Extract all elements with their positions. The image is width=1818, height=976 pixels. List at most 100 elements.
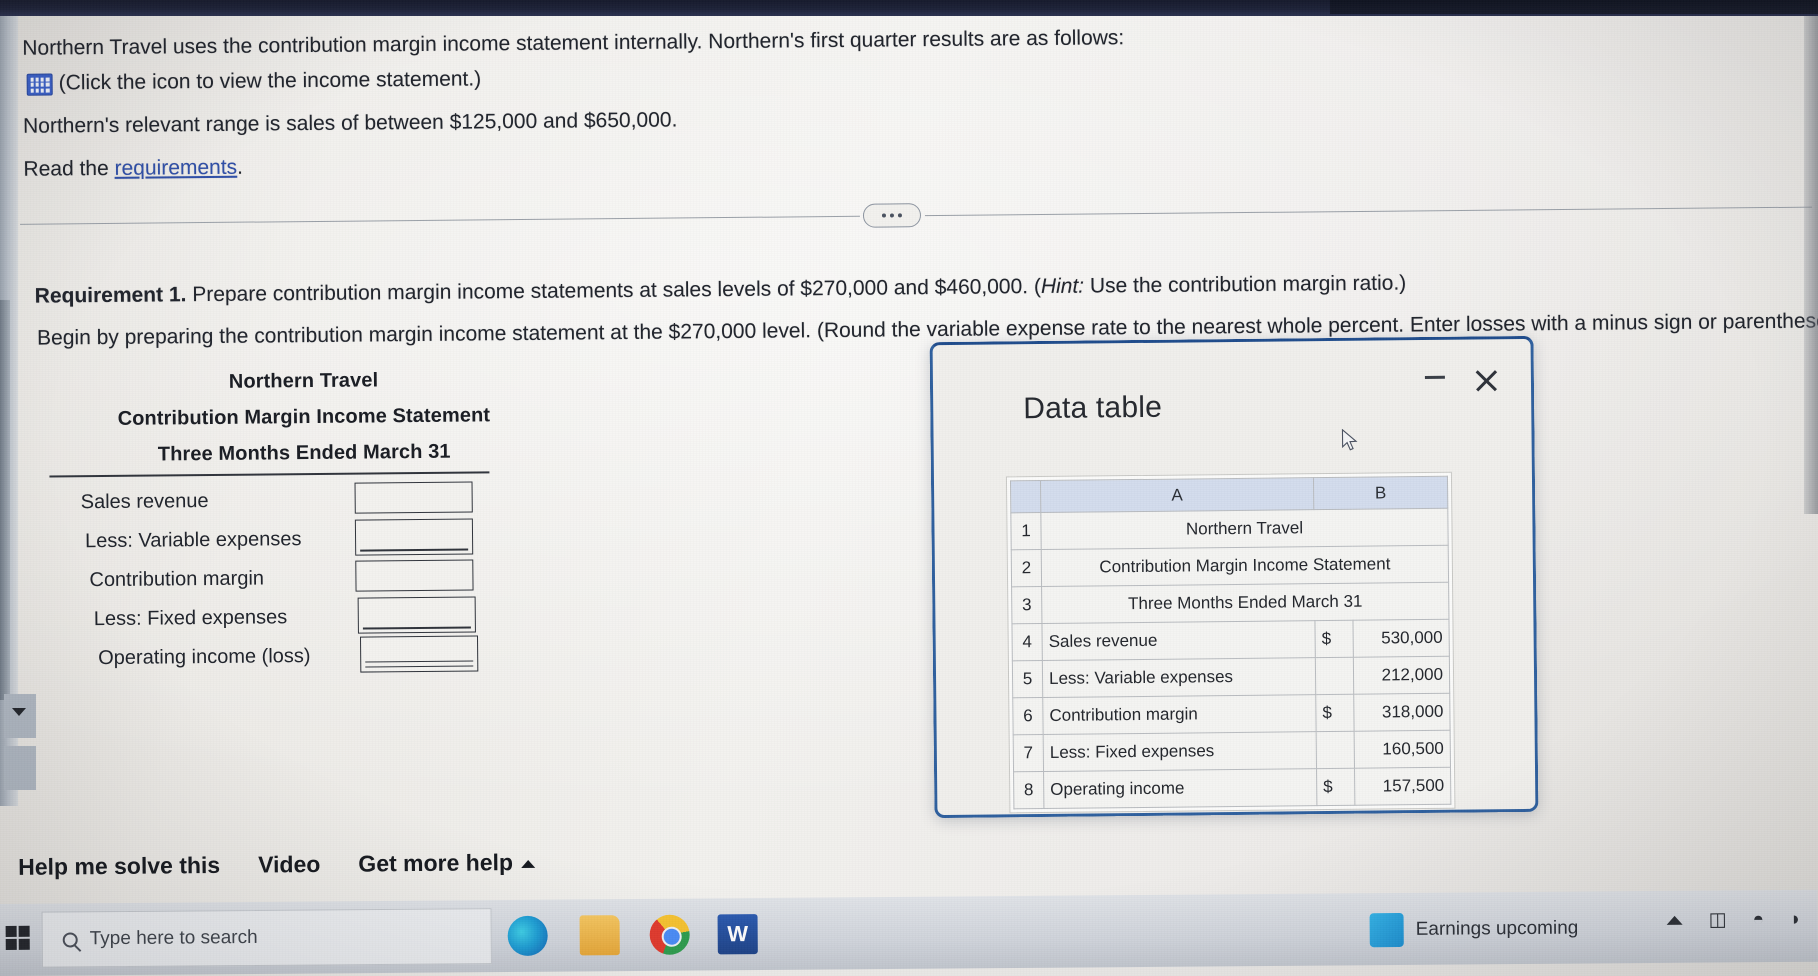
row-header-8[interactable]: 8 [1013, 771, 1044, 809]
taskbar-search-box[interactable]: Type here to search [41, 908, 492, 968]
column-header-a[interactable]: A [1040, 477, 1314, 513]
hint-rest: Use the contribution margin ratio.) [1083, 271, 1407, 298]
row-header-2[interactable]: 2 [1011, 549, 1042, 587]
input-contribution-margin[interactable] [355, 558, 474, 592]
row-header-3[interactable]: 3 [1011, 586, 1042, 624]
window-top-bezel-right [1330, 0, 1818, 14]
cell-company-name: Northern Travel [1040, 508, 1449, 550]
worksheet-statement-title: Contribution Margin Income Statement [117, 404, 491, 430]
cell-label-operating-income: Operating income [1043, 768, 1317, 809]
video-button[interactable]: Video [258, 851, 320, 879]
left-widget-bottom[interactable] [4, 746, 36, 790]
read-prefix-text: Read the [23, 156, 115, 181]
read-suffix-text: . [237, 155, 244, 179]
worksheet-row: Less: Variable expenses [45, 517, 565, 561]
cell-period: Three Months Ended March 31 [1041, 582, 1449, 624]
close-icon[interactable] [1471, 365, 1501, 395]
worksheet-period: Three Months Ended March 31 [157, 440, 451, 466]
worksheet-row: Less: Fixed expenses [46, 595, 566, 639]
chrome-browser-icon[interactable] [649, 914, 690, 955]
worksheet-company-name: Northern Travel [228, 369, 379, 393]
volume-icon[interactable]: ◗ [1790, 908, 1802, 930]
column-header-b[interactable]: B [1313, 476, 1448, 510]
file-explorer-icon[interactable] [579, 915, 620, 956]
left-window-edge-inner [0, 300, 10, 700]
search-icon [62, 931, 78, 948]
select-all-corner[interactable] [1010, 480, 1041, 513]
start-button-icon[interactable] [5, 925, 30, 950]
table-row: 2 Contribution Margin Income Statement [1011, 545, 1449, 587]
input-fixed-expenses[interactable] [357, 595, 476, 634]
requirement-1-line: Requirement 1. Prepare contribution marg… [35, 271, 1407, 310]
worksheet-row: Contribution margin [45, 556, 565, 600]
network-icon[interactable]: ◓ [1753, 909, 1765, 931]
cell-label-sales-revenue: Sales revenue [1041, 620, 1316, 661]
show-hidden-icons-icon[interactable] [1666, 915, 1683, 925]
table-row: 6 Contribution margin $ 318,000 [1012, 693, 1451, 735]
table-row: 8 Operating income $ 157,500 [1013, 767, 1451, 809]
spreadsheet-icon[interactable] [26, 73, 53, 96]
divider-line-right [924, 206, 1812, 217]
row-label-fixed-expenses: Less: Fixed expenses [93, 605, 288, 630]
cell-label-variable-expenses: Less: Variable expenses [1042, 657, 1316, 698]
cell-value-operating-income: 157,500 [1354, 767, 1451, 806]
battery-icon[interactable]: ◫ [1709, 908, 1727, 931]
expand-collapse-ellipsis-button[interactable] [862, 203, 922, 228]
help-actions-bar: Help me solve this Video Get more help [18, 849, 536, 881]
input-sales-revenue[interactable] [354, 480, 473, 514]
question-content: Northern Travel uses the contribution ma… [0, 0, 1818, 904]
divider-line-left [20, 215, 860, 225]
left-widget-top[interactable] [4, 694, 36, 738]
worksheet-row: Operating income (loss) [46, 634, 566, 678]
help-me-solve-this-button[interactable]: Help me solve this [18, 852, 220, 881]
contribution-margin-worksheet: Northern Travel Contribution Margin Inco… [43, 361, 566, 678]
row-label-operating-income: Operating income (loss) [98, 644, 311, 669]
get-more-help-button[interactable]: Get more help [358, 849, 536, 878]
hint-word: Hint: [1040, 274, 1085, 299]
begin-instruction-text: Begin by preparing the contribution marg… [37, 309, 1818, 350]
table-row: 3 Three Months Ended March 31 [1011, 582, 1449, 624]
cell-currency-operating-income: $ [1316, 768, 1355, 806]
minimize-icon[interactable] [1424, 375, 1445, 379]
get-more-help-label: Get more help [358, 849, 514, 877]
section-divider [20, 193, 1812, 238]
spreadsheet-container: A B 1 Northern Travel 2 Contribution Mar… [1005, 471, 1456, 814]
chevron-down-icon [12, 708, 26, 716]
row-header-1[interactable]: 1 [1010, 512, 1042, 550]
requirement-label: Requirement 1. [34, 283, 187, 308]
chevron-up-icon [520, 859, 536, 868]
input-variable-expenses[interactable] [354, 517, 474, 556]
cell-value-fixed-expenses: 160,500 [1354, 730, 1451, 769]
row-header-6[interactable]: 6 [1012, 697, 1044, 735]
cell-currency-variable-expenses [1315, 657, 1354, 695]
earnings-widget-icon [1369, 912, 1404, 948]
table-row: 4 Sales revenue $ 530,000 [1011, 619, 1450, 661]
edge-browser-icon[interactable] [507, 915, 548, 957]
table-header-row: A B [1010, 476, 1448, 513]
icon-instruction-text: (Click the icon to view the income state… [58, 67, 482, 95]
data-table: A B 1 Northern Travel 2 Contribution Mar… [1010, 476, 1451, 810]
right-screen-edge [1804, 14, 1818, 514]
row-header-5[interactable]: 5 [1012, 660, 1043, 698]
data-table-dialog: Data table A B 1 Northern Travel 2 Contr… [929, 335, 1539, 819]
table-row: 5 Less: Variable expenses 212,000 [1012, 656, 1450, 698]
input-operating-income[interactable] [359, 634, 479, 673]
cell-value-sales-revenue: 530,000 [1352, 619, 1450, 658]
table-row: 1 Northern Travel [1010, 508, 1449, 550]
read-requirements-line: Read the requirements. [23, 155, 243, 183]
row-header-7[interactable]: 7 [1013, 734, 1044, 772]
problem-intro-text: Northern Travel uses the contribution ma… [22, 26, 1125, 60]
earnings-notification[interactable]: Earnings upcoming [1369, 912, 1579, 948]
cell-currency-sales-revenue: $ [1314, 620, 1354, 658]
system-tray: ◫ ◓ ◗ [1666, 908, 1802, 932]
row-header-4[interactable]: 4 [1011, 623, 1043, 661]
word-icon[interactable]: W [717, 914, 758, 955]
mouse-cursor-icon [1341, 428, 1358, 451]
cell-currency-contribution-margin: $ [1315, 694, 1355, 732]
cell-label-fixed-expenses: Less: Fixed expenses [1043, 731, 1317, 772]
row-label-sales-revenue: Sales revenue [80, 489, 209, 513]
row-label-contribution-margin: Contribution margin [89, 566, 265, 591]
requirements-link[interactable]: requirements [114, 156, 237, 180]
dialog-title: Data table [1023, 390, 1163, 426]
cell-value-contribution-margin: 318,000 [1353, 693, 1451, 732]
